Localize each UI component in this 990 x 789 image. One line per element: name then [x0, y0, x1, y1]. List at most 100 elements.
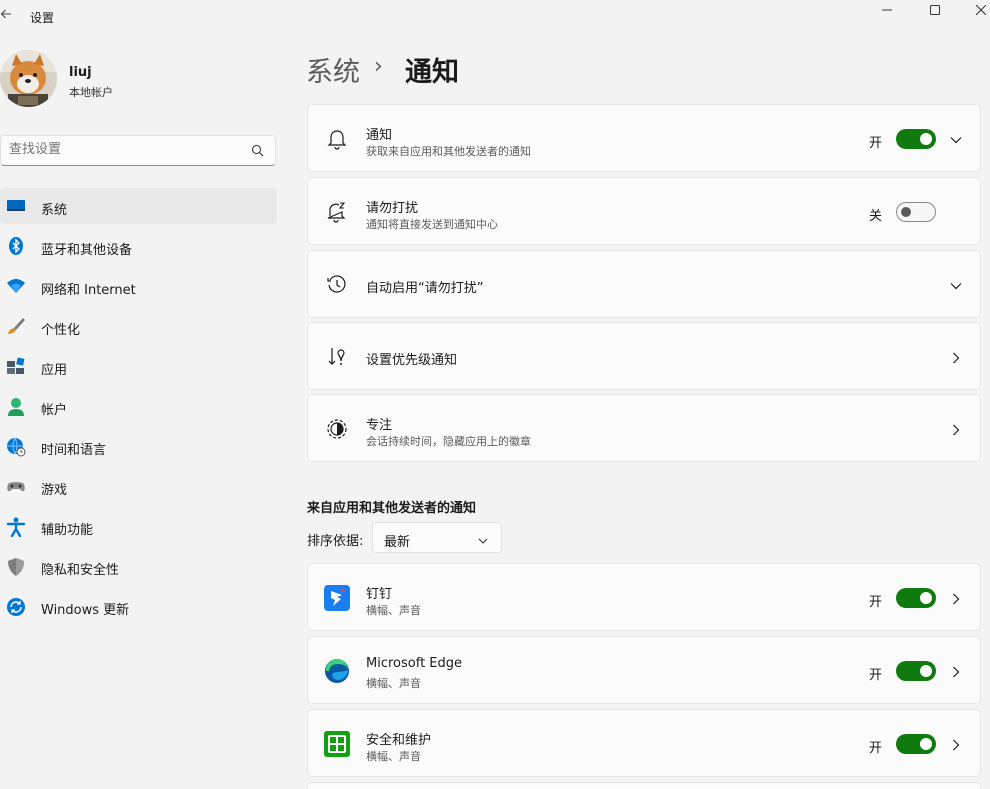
title-bar: 设置	[0, 0, 990, 34]
account-icon	[6, 397, 26, 416]
system-icon	[6, 197, 26, 215]
app-description: 横幅、声音	[366, 677, 421, 690]
sidebar-item-bluetooth[interactable]: 蓝牙和其他设备	[0, 228, 277, 264]
row-title: 专注	[366, 418, 393, 433]
chevron-right-icon[interactable]	[949, 591, 963, 605]
app-notification-row[interactable]	[307, 782, 981, 789]
wifi-icon	[6, 277, 26, 295]
breadcrumb-separator: ›	[374, 54, 383, 79]
sidebar-item-gaming[interactable]: 游戏	[0, 468, 277, 504]
edge-icon	[324, 658, 350, 684]
toggle-state-label: 开	[869, 668, 883, 683]
focus-setting[interactable]: 专注 会话持续时间，隐藏应用上的徽章	[307, 394, 981, 462]
bell-zz-icon	[326, 201, 348, 223]
app-toggle[interactable]	[896, 734, 936, 754]
sidebar-item-accessibility[interactable]: 辅助功能	[0, 508, 277, 544]
breadcrumb-section[interactable]: 系统	[306, 50, 360, 89]
close-icon[interactable]	[958, 0, 990, 20]
shield-icon	[6, 557, 26, 576]
update-icon	[6, 597, 26, 616]
sidebar-item-label: 辅助功能	[41, 523, 94, 538]
search-box[interactable]	[0, 135, 276, 166]
app-description: 横幅、声音	[366, 604, 421, 617]
minimize-icon[interactable]	[864, 0, 910, 20]
search-input[interactable]	[9, 142, 239, 157]
app-name: Microsoft Edge	[366, 656, 463, 671]
accessibility-icon	[6, 517, 26, 538]
row-title: 自动启用“请勿打扰”	[366, 281, 484, 296]
section-heading: 来自应用和其他发送者的通知	[307, 501, 477, 516]
brush-icon	[6, 317, 26, 335]
chevron-right-icon[interactable]	[949, 350, 963, 364]
toggle-state-label: 关	[869, 209, 883, 224]
sidebar-item-label: Windows 更新	[41, 603, 130, 618]
app-notification-row[interactable]: Microsoft Edge 横幅、声音 开	[307, 636, 981, 704]
row-title: 设置优先级通知	[366, 353, 458, 368]
row-description: 获取来自应用和其他发送者的通知	[366, 145, 531, 158]
chevron-right-icon[interactable]	[949, 664, 963, 678]
sidebar-item-label: 隐私和安全性	[41, 563, 120, 578]
sidebar-item-apps[interactable]: 应用	[0, 348, 277, 384]
app-description: 横幅、声音	[366, 750, 421, 763]
notifications-toggle[interactable]	[896, 129, 936, 149]
bell-icon	[326, 128, 348, 150]
auto-dnd-setting[interactable]: 自动启用“请勿打扰”	[307, 250, 981, 318]
sidebar-item-label: 蓝牙和其他设备	[41, 243, 133, 258]
sidebar-item-personalization[interactable]: 个性化	[0, 308, 277, 344]
dnd-toggle[interactable]	[896, 202, 936, 222]
sidebar-item-label: 个性化	[41, 323, 81, 338]
chevron-right-icon[interactable]	[949, 422, 963, 436]
maximize-icon[interactable]	[912, 0, 958, 20]
sort-value: 最新	[384, 535, 411, 550]
app-notification-row[interactable]: 钉钉 横幅、声音 开	[307, 563, 981, 631]
account-type: 本地帐户	[69, 86, 113, 99]
app-toggle[interactable]	[896, 661, 936, 681]
sidebar-item-label: 应用	[41, 363, 68, 378]
sidebar-item-system[interactable]: 系统	[0, 188, 277, 224]
gamepad-icon	[6, 477, 26, 495]
sidebar-item-label: 游戏	[41, 483, 68, 498]
sidebar-item-label: 帐户	[41, 403, 68, 418]
toggle-state-label: 开	[869, 741, 883, 756]
chevron-down-icon[interactable]	[949, 132, 963, 146]
sort-dropdown[interactable]: 最新	[372, 522, 502, 553]
security-maintenance-icon	[324, 731, 350, 757]
sidebar-item-windows-update[interactable]: Windows 更新	[0, 588, 277, 624]
clock-icon	[326, 274, 348, 296]
app-toggle[interactable]	[896, 588, 936, 608]
notifications-setting[interactable]: 通知 获取来自应用和其他发送者的通知 开	[307, 104, 981, 172]
apps-icon	[6, 357, 26, 375]
sidebar-item-time-language[interactable]: 时间和语言	[0, 428, 277, 464]
app-notification-row[interactable]: 安全和维护 横幅、声音 开	[307, 709, 981, 777]
sidebar-item-label: 网络和 Internet	[41, 283, 136, 298]
toggle-state-label: 开	[869, 136, 883, 151]
app-title: 设置	[30, 11, 55, 25]
user-name: liuj	[69, 65, 92, 80]
back-arrow-icon[interactable]	[0, 8, 16, 26]
sidebar-item-label: 时间和语言	[41, 443, 107, 458]
search-icon[interactable]	[251, 143, 267, 159]
chevron-right-icon[interactable]	[949, 737, 963, 751]
row-title: 通知	[366, 128, 393, 143]
toggle-state-label: 开	[869, 595, 883, 610]
chevron-down-icon	[477, 532, 489, 544]
bluetooth-icon	[6, 237, 26, 255]
sidebar-item-network[interactable]: 网络和 Internet	[0, 268, 277, 304]
row-title: 请勿打扰	[366, 201, 419, 216]
sidebar-item-label: 系统	[41, 203, 68, 218]
chevron-down-icon[interactable]	[949, 278, 963, 292]
priority-notifications-setting[interactable]: 设置优先级通知	[307, 322, 981, 390]
focus-icon	[326, 418, 348, 440]
dingtalk-icon	[324, 585, 350, 611]
do-not-disturb-setting: 请勿打扰 通知将直接发送到通知中心 关	[307, 177, 981, 245]
avatar[interactable]	[0, 50, 57, 107]
row-description: 通知将直接发送到通知中心	[366, 218, 498, 231]
sidebar-item-accounts[interactable]: 帐户	[0, 388, 277, 424]
app-name: 安全和维护	[366, 733, 432, 748]
globe-clock-icon	[6, 437, 26, 457]
priority-icon	[326, 346, 348, 368]
page-title: 通知	[405, 57, 459, 88]
row-description: 会话持续时间，隐藏应用上的徽章	[366, 435, 531, 448]
app-name: 钉钉	[366, 587, 393, 602]
sidebar-item-privacy[interactable]: 隐私和安全性	[0, 548, 277, 584]
